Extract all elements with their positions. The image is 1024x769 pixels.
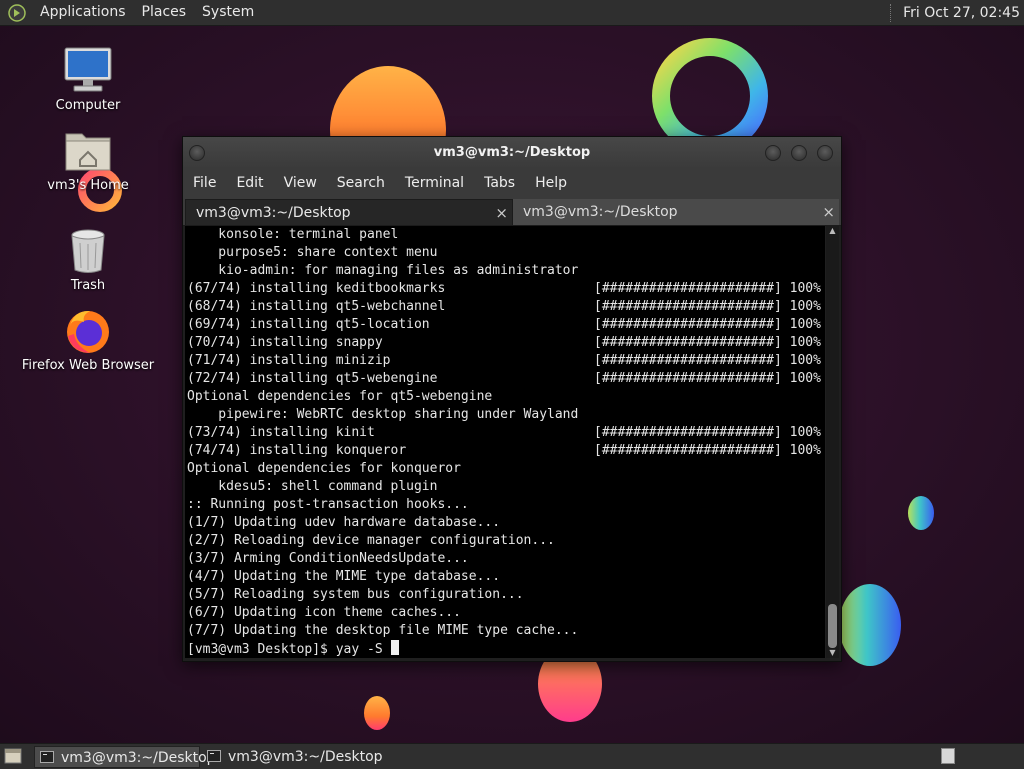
tab-label: vm3@vm3:~/Desktop	[523, 204, 678, 220]
terminal-line: (73/74) installing kinit [##############…	[187, 425, 821, 440]
text-cursor	[390, 640, 399, 655]
prompt-text: [vm3@vm3 Desktop]$ yay -S	[187, 642, 391, 657]
terminal-line: (74/74) installing konqueror [##########…	[187, 443, 821, 458]
terminal-line: (70/74) installing snappy [#############…	[187, 335, 821, 350]
menu-terminal[interactable]: Terminal	[395, 169, 474, 197]
terminal-line: pipewire: WebRTC desktop sharing under W…	[187, 407, 579, 422]
scrollbar-thumb[interactable]	[828, 604, 837, 648]
show-desktop-icon[interactable]	[4, 748, 22, 764]
top-panel: Applications Places System Fri Oct 27, 0…	[0, 0, 1024, 26]
terminal-line: (1/7) Updating udev hardware database...	[187, 515, 501, 530]
terminal-line: :: Running post-transaction hooks...	[187, 497, 469, 512]
scroll-down-icon[interactable]: ▼	[826, 648, 839, 658]
terminal-scrollbar[interactable]: ▲ ▼	[826, 226, 839, 658]
firefox-icon	[60, 306, 116, 356]
terminal-line: (72/74) installing qt5-webengine [######…	[187, 371, 821, 386]
panel-separator	[890, 3, 895, 22]
terminal-line: (69/74) installing qt5-location [#######…	[187, 317, 821, 332]
trash-icon	[60, 226, 116, 276]
terminal-icon	[207, 750, 221, 762]
menu-search[interactable]: Search	[327, 169, 395, 197]
terminal-tab-2[interactable]: vm3@vm3:~/Desktop ×	[513, 199, 839, 225]
window-title-bar[interactable]: vm3@vm3:~/Desktop	[183, 137, 841, 169]
terminal-icon	[40, 751, 54, 763]
menu-applications[interactable]: Applications	[32, 0, 134, 25]
tab-close-icon[interactable]: ×	[822, 199, 835, 225]
menu-view[interactable]: View	[274, 169, 327, 197]
terminal-line: (3/7) Arming ConditionNeedsUpdate...	[187, 551, 469, 566]
window-title: vm3@vm3:~/Desktop	[433, 145, 591, 160]
scroll-up-icon[interactable]: ▲	[826, 226, 839, 236]
menu-file[interactable]: File	[183, 169, 226, 197]
terminal-line: kdesu5: shell command plugin	[187, 479, 438, 494]
taskbar-item-terminal-2[interactable]: vm3@vm3:~/Desktop	[202, 746, 383, 768]
terminal-text: konsole: terminal panel purpose5: share …	[187, 226, 821, 658]
terminal-line: (6/7) Updating icon theme caches...	[187, 605, 461, 620]
terminal-output[interactable]: konsole: terminal panel purpose5: share …	[185, 226, 825, 658]
desktop-icon-label: vm3's Home	[47, 178, 129, 193]
terminal-prompt[interactable]: [vm3@vm3 Desktop]$ yay -S	[187, 640, 821, 658]
desktop-icon-computer[interactable]: Computer	[18, 46, 158, 114]
desktop-icon-home[interactable]: vm3's Home	[18, 126, 158, 194]
terminal-line: (68/74) installing qt5-webchannel [#####…	[187, 299, 821, 314]
terminal-line: konsole: terminal panel	[187, 227, 399, 242]
desktop-icon-firefox[interactable]: Firefox Web Browser	[18, 306, 158, 374]
close-window-icon[interactable]	[817, 145, 833, 161]
menu-edit[interactable]: Edit	[226, 169, 273, 197]
clock[interactable]: Fri Oct 27, 02:45	[903, 5, 1024, 21]
terminal-window[interactable]: vm3@vm3:~/Desktop File Edit View Search …	[182, 136, 842, 662]
terminal-line: (2/7) Reloading device manager configura…	[187, 533, 555, 548]
taskbar-item-label: vm3@vm3:~/Desktop	[61, 750, 216, 766]
terminal-tab-1[interactable]: vm3@vm3:~/Desktop ×	[185, 199, 513, 225]
home-folder-icon	[60, 126, 116, 176]
minimize-icon[interactable]	[765, 145, 781, 161]
distro-logo-icon[interactable]	[8, 3, 26, 22]
terminal-line: (71/74) installing minizip [############…	[187, 353, 821, 368]
maximize-icon[interactable]	[791, 145, 807, 161]
menu-help[interactable]: Help	[525, 169, 577, 197]
menu-system[interactable]: System	[194, 0, 262, 25]
terminal-line: Optional dependencies for qt5-webengine	[187, 389, 493, 404]
workspace-switcher[interactable]	[941, 748, 955, 764]
desktop-icon-label: Computer	[55, 98, 121, 113]
bottom-panel: vm3@vm3:~/Desktop vm3@vm3:~/Desktop	[0, 743, 1024, 769]
terminal-line: (5/7) Reloading system bus configuration…	[187, 587, 524, 602]
tab-close-icon[interactable]: ×	[495, 200, 508, 226]
terminal-tabbar: vm3@vm3:~/Desktop × vm3@vm3:~/Desktop ×	[183, 197, 841, 226]
desktop-icon-trash[interactable]: Trash	[18, 226, 158, 294]
menu-tabs[interactable]: Tabs	[474, 169, 525, 197]
menu-places[interactable]: Places	[134, 0, 195, 25]
terminal-line: Optional dependencies for konqueror	[187, 461, 461, 476]
terminal-line: (67/74) installing keditbookmarks [#####…	[187, 281, 821, 296]
terminal-line: (4/7) Updating the MIME type database...	[187, 569, 501, 584]
terminal-line: (7/7) Updating the desktop file MIME typ…	[187, 623, 579, 638]
terminal-line: purpose5: share context menu	[187, 245, 438, 260]
tab-label: vm3@vm3:~/Desktop	[196, 205, 351, 221]
terminal-menubar: File Edit View Search Terminal Tabs Help	[183, 169, 841, 197]
taskbar-item-label: vm3@vm3:~/Desktop	[228, 749, 383, 765]
computer-icon	[60, 46, 116, 96]
window-menu-icon[interactable]	[189, 145, 205, 161]
desktop-icon-label: Trash	[70, 278, 106, 293]
desktop-icon-label: Firefox Web Browser	[21, 358, 155, 373]
terminal-line: kio-admin: for managing files as adminis…	[187, 263, 579, 278]
taskbar-item-terminal-1[interactable]: vm3@vm3:~/Desktop	[34, 746, 216, 768]
